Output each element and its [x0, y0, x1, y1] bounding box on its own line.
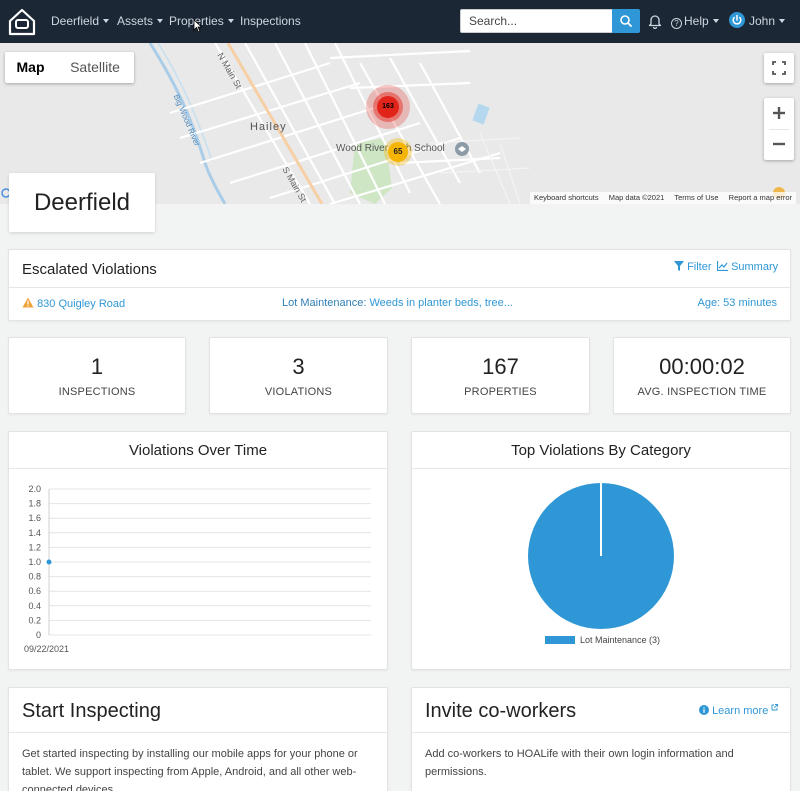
filter-button[interactable]: Filter — [674, 261, 712, 273]
stat-label: AVG. INSPECTION TIME — [637, 386, 767, 398]
legend-label: Lot Maintenance (3) — [580, 635, 660, 645]
terms-of-use-link[interactable]: Terms of Use — [674, 193, 718, 202]
y-tick-label: 1.6 — [28, 513, 41, 523]
mouse-cursor-icon — [193, 19, 203, 33]
map-cluster-marker[interactable]: 163 — [366, 85, 410, 129]
invite-coworkers-card: Invite co-workers Learn more Add co-work… — [411, 687, 791, 791]
search-button[interactable] — [612, 9, 640, 33]
map-type-map-button[interactable]: Map — [5, 52, 56, 83]
stat-value: 00:00:02 — [659, 354, 745, 379]
violation-address-link[interactable]: 830 Quigley Road — [22, 297, 125, 310]
y-tick-label: 1.8 — [28, 499, 41, 509]
chevron-down-icon — [227, 19, 234, 23]
chart-title: Top Violations By Category — [511, 442, 691, 459]
y-tick-label: 1.4 — [28, 528, 41, 538]
stat-card-properties[interactable]: 167 PROPERTIES — [411, 337, 590, 414]
violation-category-link[interactable]: Lot Maintenance: Weeds in planter beds, … — [282, 297, 513, 309]
card-text: Get started inspecting by installing our… — [22, 748, 358, 791]
y-tick-label: 0 — [36, 630, 41, 640]
map-cluster-marker[interactable]: 65 — [384, 138, 412, 166]
panel-header: Violations Over Time — [9, 432, 387, 469]
stat-value: 3 — [292, 354, 305, 379]
top-navbar: Deerfield Assets Properties Inspections … — [0, 0, 800, 43]
zoom-out-button[interactable] — [764, 129, 794, 160]
start-inspecting-card: Start Inspecting Get started inspecting … — [8, 687, 388, 791]
summary-button[interactable]: Summary — [716, 261, 778, 273]
y-tick-label: 1.2 — [28, 542, 41, 552]
panel-header: Start Inspecting — [9, 688, 387, 733]
page-title: Deerfield — [33, 189, 131, 216]
stat-value: 167 — [482, 354, 519, 379]
panel-header: Invite co-workers Learn more — [412, 688, 790, 733]
report-map-error-link[interactable]: Report a map error — [729, 193, 792, 202]
panel-header: Escalated Violations Filter Summary — [9, 250, 790, 288]
search-input[interactable] — [460, 9, 612, 33]
external-link-icon — [771, 704, 779, 711]
search-icon — [620, 15, 632, 27]
map-type-satellite-button[interactable]: Satellite — [56, 52, 134, 83]
table-row[interactable]: 830 Quigley Road Lot Maintenance: Weeds … — [9, 289, 790, 321]
nav-menu-assets[interactable]: Assets — [117, 14, 164, 28]
warning-icon — [22, 297, 34, 308]
bell-icon[interactable] — [648, 13, 662, 29]
stat-value: 1 — [90, 354, 104, 379]
chevron-down-icon — [779, 19, 786, 23]
card-text: Add co-workers to HOALife with their own… — [425, 748, 734, 778]
chart-title: Violations Over Time — [128, 442, 268, 459]
y-tick-label: 0.4 — [28, 601, 41, 611]
user-menu[interactable]: John — [749, 14, 786, 28]
fullscreen-button[interactable] — [764, 53, 794, 83]
info-icon — [699, 705, 709, 715]
fullscreen-icon — [772, 61, 786, 75]
map-attribution: Keyboard shortcuts Map data ©2021 Terms … — [530, 192, 797, 204]
map-city-label: Hailey — [250, 121, 287, 133]
y-tick-label: 1.0 — [28, 557, 41, 567]
avatar[interactable] — [729, 12, 745, 28]
top-violations-panel: Top Violations By Category Lot Maintenan… — [411, 431, 791, 670]
help-menu[interactable]: ? Help — [671, 14, 719, 29]
map-type-toggle: Map Satellite — [5, 52, 134, 83]
y-tick-label: 2.0 — [28, 484, 41, 494]
panel-title: Escalated Violations — [22, 261, 157, 278]
home-logo-icon[interactable] — [7, 7, 37, 37]
violations-over-time-panel: Violations Over Time 2.0 1.8 1.6 1.4 1.2 1.0 0… — [8, 431, 388, 670]
question-circle-icon: ? — [671, 18, 682, 29]
panel-header: Top Violations By Category — [412, 432, 790, 469]
category-pie-chart: Lot Maintenance (3) — [528, 483, 674, 645]
learn-more-link[interactable]: Learn more — [699, 704, 779, 717]
y-tick-label: 0.6 — [28, 586, 41, 596]
data-point — [46, 559, 52, 565]
violation-age: Age: 53 minutes — [697, 297, 778, 309]
chevron-down-icon — [712, 19, 719, 23]
stat-label: VIOLATIONS — [264, 386, 333, 398]
escalated-violations-panel: Escalated Violations Filter Summary 830 … — [8, 249, 791, 321]
nav-menu-inspections[interactable]: Inspections — [240, 14, 301, 28]
y-tick-label: 0.2 — [28, 615, 41, 625]
stat-card-inspections[interactable]: 1 INSPECTIONS — [8, 337, 186, 414]
keyboard-shortcuts-link[interactable]: Keyboard shortcuts — [534, 193, 599, 202]
chevron-down-icon — [103, 19, 110, 23]
x-tick-label: 09/22/2021 — [24, 644, 69, 654]
stat-label: INSPECTIONS — [58, 386, 136, 398]
card-title: Invite co-workers — [425, 700, 577, 722]
violations-line-chart: 2.0 1.8 1.6 1.4 1.2 1.0 0.8 0.6 0.4 0.2 0 09/22/202… — [24, 484, 371, 654]
map-data-text: Map data ©2021 — [608, 193, 665, 202]
chevron-down-icon — [157, 19, 164, 23]
zoom-controls — [764, 98, 794, 160]
stat-card-violations[interactable]: 3 VIOLATIONS — [209, 337, 388, 414]
nav-menu-deerfield[interactable]: Deerfield — [51, 14, 110, 28]
y-tick-label: 0.8 — [28, 572, 41, 582]
stat-card-avg-inspection-time[interactable]: 00:00:02 AVG. INSPECTION TIME — [613, 337, 791, 414]
stat-label: PROPERTIES — [464, 386, 537, 398]
filter-icon — [674, 261, 684, 271]
legend-swatch — [545, 636, 575, 644]
zoom-in-button[interactable] — [764, 98, 794, 129]
card-title: Start Inspecting — [22, 700, 161, 722]
power-icon — [732, 14, 742, 25]
property-title-card: Deerfield — [9, 173, 155, 232]
chart-line-icon — [716, 261, 728, 272]
